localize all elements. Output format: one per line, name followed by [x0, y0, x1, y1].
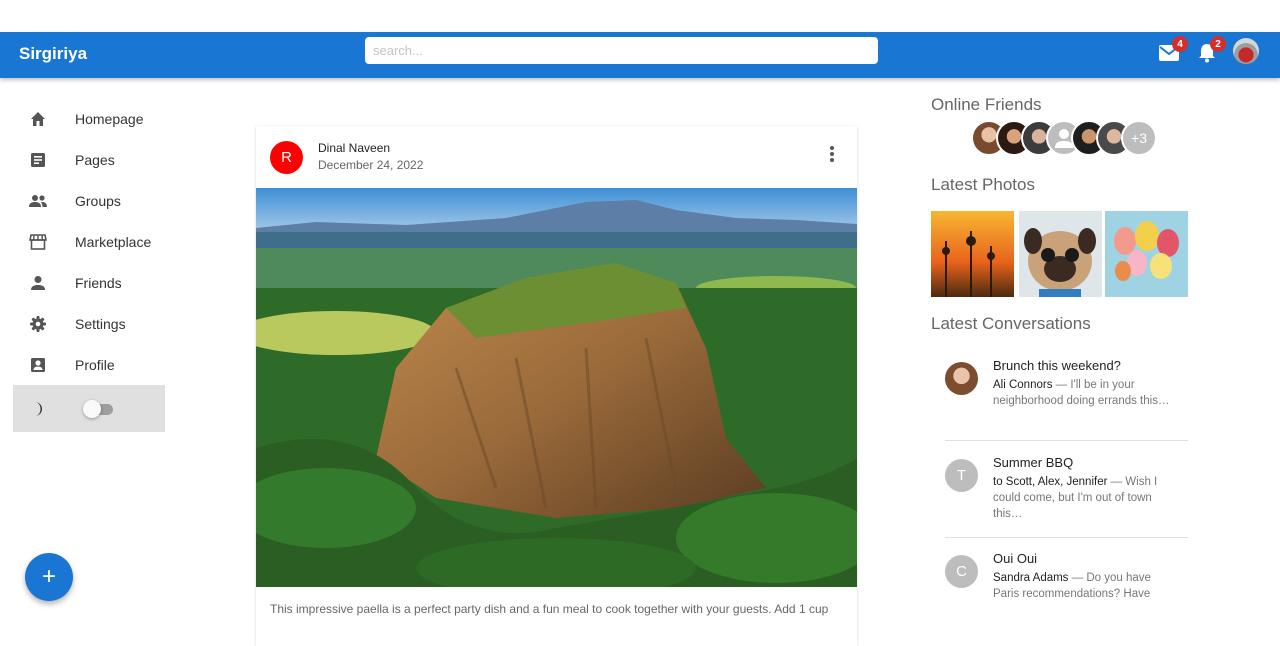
- sidebar-item-profile[interactable]: Profile: [13, 344, 165, 385]
- conversation-preview: Ali Connors — I'll be in your neighborho…: [993, 377, 1173, 409]
- photo-thumbnail[interactable]: [1105, 211, 1188, 297]
- sidebar-item-label: Profile: [75, 356, 115, 373]
- conversation-preview: Sandra Adams — Do you have Paris recomme…: [993, 570, 1173, 602]
- toggle-knob: [83, 400, 101, 418]
- latest-photos-title: Latest Photos: [931, 175, 1035, 194]
- post-author-avatar[interactable]: R: [270, 141, 303, 174]
- sidebar-item-label: Marketplace: [75, 233, 152, 250]
- settings-icon: [27, 313, 49, 335]
- more-vert-icon: [830, 146, 834, 150]
- sidebar-item-homepage[interactable]: Homepage: [13, 98, 165, 139]
- post-author-name[interactable]: Dinal Naveen: [318, 141, 390, 155]
- storefront-icon: [27, 231, 49, 253]
- divider: [945, 440, 1188, 441]
- post-image: [256, 188, 857, 587]
- sidebar-item-label: Homepage: [75, 110, 144, 127]
- sidebar-item-pages[interactable]: Pages: [13, 139, 165, 180]
- conversation-sender: Sandra Adams: [993, 572, 1069, 584]
- more-vert-icon: [830, 158, 834, 162]
- latest-conversations-title: Latest Conversations: [931, 314, 1091, 333]
- dark-mode-toggle[interactable]: [81, 399, 115, 419]
- divider: [945, 537, 1188, 538]
- online-friends-group: +3: [971, 120, 1157, 156]
- group-icon: [27, 190, 49, 212]
- more-vert-icon: [830, 152, 834, 156]
- conversation-item[interactable]: T Summer BBQ to Scott, Alex, Jennifer — …: [931, 455, 1188, 525]
- sidebar-item-label: Settings: [75, 315, 126, 332]
- account-box-icon: [27, 354, 49, 376]
- article-icon: [27, 149, 49, 171]
- conversation-avatar: [945, 362, 978, 395]
- person-icon: [27, 272, 49, 294]
- sidebar-item-label: Pages: [75, 151, 115, 168]
- conversation-title: Brunch this weekend?: [993, 358, 1121, 373]
- home-icon: [27, 108, 49, 130]
- conversation-item[interactable]: Brunch this weekend? Ali Connors — I'll …: [931, 358, 1188, 428]
- sidebar-item-settings[interactable]: Settings: [13, 303, 165, 344]
- sidebar-item-groups[interactable]: Groups: [13, 180, 165, 221]
- more-options-button[interactable]: [824, 144, 840, 164]
- post-date: December 24, 2022: [318, 158, 424, 172]
- conversation-title: Oui Oui: [993, 551, 1038, 566]
- sidebar-item-label: Groups: [75, 192, 121, 209]
- conversation-sender: to Scott, Alex, Jennifer: [993, 476, 1108, 488]
- mail-badge: 4: [1172, 36, 1188, 52]
- notifications-button[interactable]: 2: [1195, 36, 1226, 65]
- sidebar-item-friends[interactable]: Friends: [13, 262, 165, 303]
- post-card: R Dinal Naveen December 24, 2022 This im…: [256, 126, 857, 646]
- conversation-title: Summer BBQ: [993, 455, 1074, 470]
- more-friends-count[interactable]: +3: [1121, 120, 1157, 156]
- moon-icon: [27, 398, 49, 420]
- brand-logo[interactable]: Sirgiriya: [19, 44, 87, 64]
- sidebar: Homepage Pages Groups Marketplace Friend…: [13, 98, 165, 432]
- photo-thumbnail[interactable]: [931, 211, 1014, 297]
- add-post-button[interactable]: +: [25, 553, 73, 601]
- mail-button[interactable]: 4: [1157, 36, 1188, 65]
- search-input[interactable]: [365, 37, 878, 64]
- post-text: This impressive paella is a perfect part…: [270, 602, 829, 616]
- conversation-avatar: C: [945, 555, 978, 588]
- dark-mode-row: [13, 385, 165, 432]
- conversation-item[interactable]: C Oui Oui Sandra Adams — Do you have Par…: [931, 551, 1188, 611]
- conversation-sender: Ali Connors: [993, 379, 1053, 391]
- sidebar-item-label: Friends: [75, 274, 122, 291]
- photo-thumbnail[interactable]: [1019, 211, 1102, 297]
- sidebar-item-marketplace[interactable]: Marketplace: [13, 221, 165, 262]
- notifications-badge: 2: [1210, 36, 1226, 52]
- conversation-preview: to Scott, Alex, Jennifer — Wish I could …: [993, 474, 1173, 522]
- user-avatar[interactable]: [1233, 38, 1259, 64]
- conversation-avatar: T: [945, 459, 978, 492]
- app-bar: Sirgiriya 4 2: [0, 32, 1280, 78]
- online-friends-title: Online Friends: [931, 95, 1042, 114]
